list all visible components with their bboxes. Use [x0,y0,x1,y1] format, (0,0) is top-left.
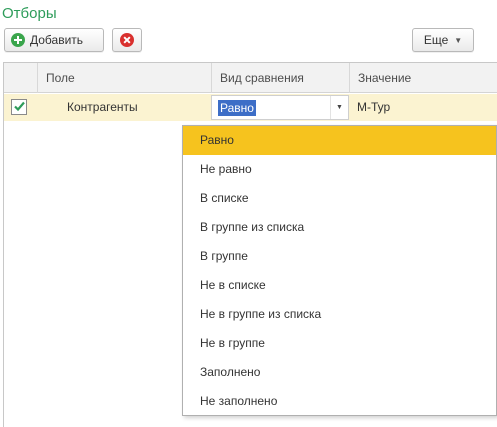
field-cell[interactable]: Контрагенты [37,94,211,121]
filters-panel: Отборы Добавить Еще ▼ Поле Вид сравнения… [0,0,497,427]
dropdown-option[interactable]: Не в группе из списка [183,300,496,329]
dropdown-option[interactable]: Равно [183,126,496,155]
header-field[interactable]: Поле [37,63,211,93]
more-button[interactable]: Еще ▼ [412,28,474,52]
comparison-select[interactable]: Равно ▼ [211,95,349,120]
more-button-label: Еще [423,33,449,47]
delete-circle-icon [120,33,134,47]
header-checkbox-column [4,63,37,93]
dropdown-option[interactable]: Не равно [183,155,496,184]
use-checkbox[interactable] [11,99,27,115]
dropdown-option[interactable]: Не заполнено [183,387,496,416]
dropdown-option[interactable]: Заполнено [183,358,496,387]
dropdown-option[interactable]: В группе из списка [183,213,496,242]
plus-circle-icon [11,33,25,47]
add-button[interactable]: Добавить [4,28,104,52]
header-value[interactable]: Значение [349,63,497,93]
comparison-dropdown-list: Равно Не равно В списке В группе из спис… [182,125,497,416]
add-button-label: Добавить [30,33,84,47]
value-cell[interactable]: М-Тур [349,94,497,121]
delete-button[interactable] [112,28,142,52]
dropdown-option[interactable]: Не в списке [183,271,496,300]
comparison-select-value[interactable]: Равно [218,100,256,116]
dropdown-option[interactable]: Не в группе [183,329,496,358]
table-row[interactable]: Контрагенты Равно ▼ М-Тур [4,94,497,121]
dropdown-option[interactable]: В группе [183,242,496,271]
dropdown-arrow-icon[interactable]: ▼ [330,96,348,119]
header-comparison[interactable]: Вид сравнения [211,63,349,93]
table-header: Поле Вид сравнения Значение [4,63,497,93]
dropdown-option[interactable]: В списке [183,184,496,213]
checkmark-icon [14,101,25,112]
row-checkbox-cell [4,94,37,121]
chevron-down-icon: ▼ [454,35,463,45]
panel-title: Отборы [2,5,57,22]
